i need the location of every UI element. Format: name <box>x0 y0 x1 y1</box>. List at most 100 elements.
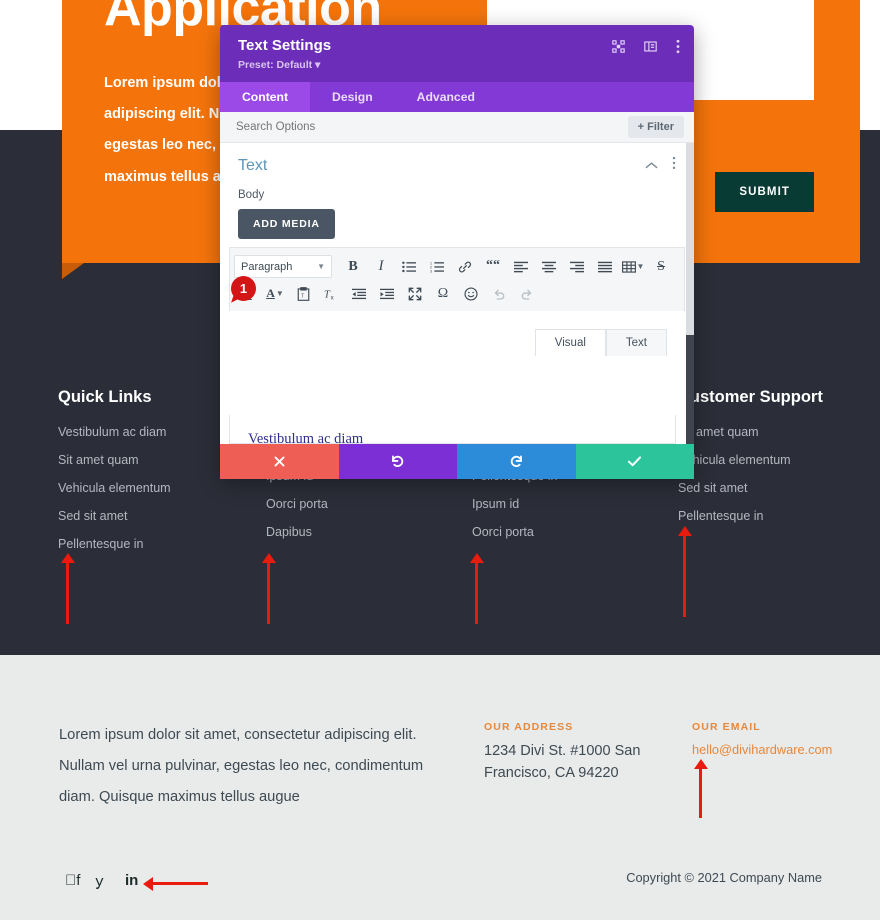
paste-as-text-icon[interactable]: T <box>290 281 316 306</box>
lower-paragraph: Lorem ipsum dolor sit amet, consectetur … <box>59 727 424 806</box>
filter-button-label: Filter <box>647 121 674 133</box>
tab-visual[interactable]: Visual <box>534 329 606 356</box>
search-options-bar: + Filter <box>220 112 694 143</box>
twitter-icon[interactable]: 𝗒 <box>95 872 104 890</box>
footer-link[interactable]: Sit amet quam <box>58 454 171 467</box>
chevron-up-icon[interactable] <box>645 157 658 175</box>
blockquote-icon[interactable]: ““ <box>480 254 506 279</box>
footer-link[interactable]: Pellentesque in <box>678 510 823 523</box>
footer-link[interactable]: Oorci porta <box>266 498 328 511</box>
more-vertical-icon[interactable] <box>676 39 680 54</box>
footer-link[interactable]: Dapibus <box>266 526 328 539</box>
text-settings-modal: Text Settings Preset: Default ▾ Content … <box>220 25 694 479</box>
format-select[interactable]: Paragraph ▼ <box>234 255 332 278</box>
email-link[interactable]: hello@divihardware.com <box>692 742 832 757</box>
italic-icon[interactable]: I <box>368 254 394 279</box>
modal-header: Text Settings Preset: Default ▾ <box>220 25 694 82</box>
editor-content-area[interactable]: Vestibulum ac diam Sit amet quam Vehicul… <box>229 415 676 444</box>
editor-link[interactable]: Vestibulum ac diam <box>248 431 363 443</box>
annotation-arrow-column-4 <box>677 526 692 617</box>
indent-icon[interactable] <box>374 281 400 306</box>
modal-preset-label: Preset: Default <box>238 58 313 71</box>
submit-button[interactable]: SUBMIT <box>715 172 814 212</box>
tab-content[interactable]: Content <box>220 82 311 112</box>
modal-header-icons <box>612 39 680 54</box>
hero-notch-decoration <box>62 263 84 279</box>
strikethrough-icon[interactable]: S <box>648 254 674 279</box>
footer-link[interactable]: Pellentesque in <box>58 538 171 551</box>
outdent-icon[interactable] <box>346 281 372 306</box>
footer-link[interactable]: Vehicula elementum <box>58 482 171 495</box>
save-button[interactable] <box>575 444 694 479</box>
footer-column-heading: Quick Links <box>58 388 152 406</box>
undo-icon[interactable] <box>486 281 512 306</box>
chevron-down-icon: ▼ <box>317 262 325 271</box>
modal-scrollbar-thumb[interactable] <box>686 143 694 335</box>
redo-button[interactable] <box>457 444 576 479</box>
svg-text:T: T <box>301 293 305 299</box>
section-header-text: Text <box>220 143 694 175</box>
bold-icon[interactable]: B <box>340 254 366 279</box>
format-select-value: Paragraph <box>241 260 293 273</box>
layout-split-icon[interactable] <box>644 40 657 53</box>
footer-link[interactable]: Sit amet quam <box>678 426 823 439</box>
tab-text[interactable]: Text <box>605 329 667 356</box>
modal-preset-selector[interactable]: Preset: Default ▾ <box>238 59 676 71</box>
svg-text:3: 3 <box>430 269 432 272</box>
table-icon[interactable]: ▼ <box>620 254 646 279</box>
footer-link[interactable]: Oorci porta <box>472 526 557 539</box>
fullscreen-icon[interactable] <box>402 281 428 306</box>
chevron-down-icon: ▼ <box>275 289 284 298</box>
footer-column-customer-support: Customer Support Sit amet quam Vehicula … <box>678 388 823 538</box>
annotation-arrow-social <box>143 876 208 891</box>
text-color-icon[interactable]: A ▼ <box>262 281 288 306</box>
bulleted-list-icon[interactable] <box>396 254 422 279</box>
email-heading: OUR EMAIL <box>692 721 761 733</box>
focus-target-icon[interactable] <box>612 40 625 53</box>
more-vertical-icon[interactable] <box>672 156 676 175</box>
footer-column-two: Ipsum id Oorci porta Dapibus <box>266 470 328 554</box>
footer-column-heading: Customer Support <box>678 388 823 406</box>
tab-design[interactable]: Design <box>310 82 395 112</box>
body-field-label: Body <box>238 189 265 201</box>
clear-formatting-icon[interactable]: Tx <box>318 281 344 306</box>
annotation-arrow-column-2 <box>261 553 276 624</box>
svg-text:x: x <box>331 294 334 300</box>
copyright-text: Copyright © 2021 Company Name <box>626 870 822 885</box>
editor-toolbar: Paragraph ▼ B I 123 ““ ▼ S A ▼ T T x Ω <box>229 247 685 311</box>
annotation-badge-1: 1 <box>231 276 256 301</box>
undo-button[interactable] <box>338 444 457 479</box>
footer-link[interactable]: Vehicula elementum <box>678 454 823 467</box>
footer-column-three: Pellentesque in Ipsum id Oorci porta <box>472 470 557 554</box>
align-center-icon[interactable] <box>536 254 562 279</box>
editor-mode-tabs: Visual Text <box>534 329 667 356</box>
cancel-button[interactable] <box>220 444 339 479</box>
address-value: 1234 Divi St. #1000 San Francisco, CA 94… <box>484 743 641 782</box>
add-media-button[interactable]: ADD MEDIA <box>238 209 335 239</box>
footer-column-quick-links: Quick Links Vestibulum ac diam Sit amet … <box>58 388 171 566</box>
emoji-icon[interactable] <box>458 281 484 306</box>
section-title-label: Text <box>238 156 268 174</box>
filter-button[interactable]: + Filter <box>627 116 684 138</box>
facebook-icon[interactable]: f <box>65 872 80 889</box>
footer-link[interactable]: Vestibulum ac diam <box>58 426 171 439</box>
modal-scrollbar-track[interactable] <box>686 143 694 444</box>
modal-tab-bar: Content Design Advanced <box>220 82 694 112</box>
numbered-list-icon[interactable]: 123 <box>424 254 450 279</box>
align-right-icon[interactable] <box>564 254 590 279</box>
address-heading: OUR ADDRESS <box>484 721 574 733</box>
footer-link[interactable]: Sed sit amet <box>678 482 823 495</box>
modal-action-bar <box>220 444 694 479</box>
linkedin-icon[interactable]: in <box>125 872 138 889</box>
footer-link[interactable]: Ipsum id <box>472 498 557 511</box>
modal-title: Text Settings <box>238 37 332 54</box>
special-character-icon[interactable]: Ω <box>430 281 456 306</box>
align-left-icon[interactable] <box>508 254 534 279</box>
align-justify-icon[interactable] <box>592 254 618 279</box>
modal-body: Text Body ADD MEDIA Visual Text Paragrap… <box>220 143 694 444</box>
search-input[interactable] <box>236 121 628 133</box>
redo-icon[interactable] <box>514 281 540 306</box>
footer-link[interactable]: Sed sit amet <box>58 510 171 523</box>
link-icon[interactable] <box>452 254 478 279</box>
tab-advanced[interactable]: Advanced <box>395 82 497 112</box>
